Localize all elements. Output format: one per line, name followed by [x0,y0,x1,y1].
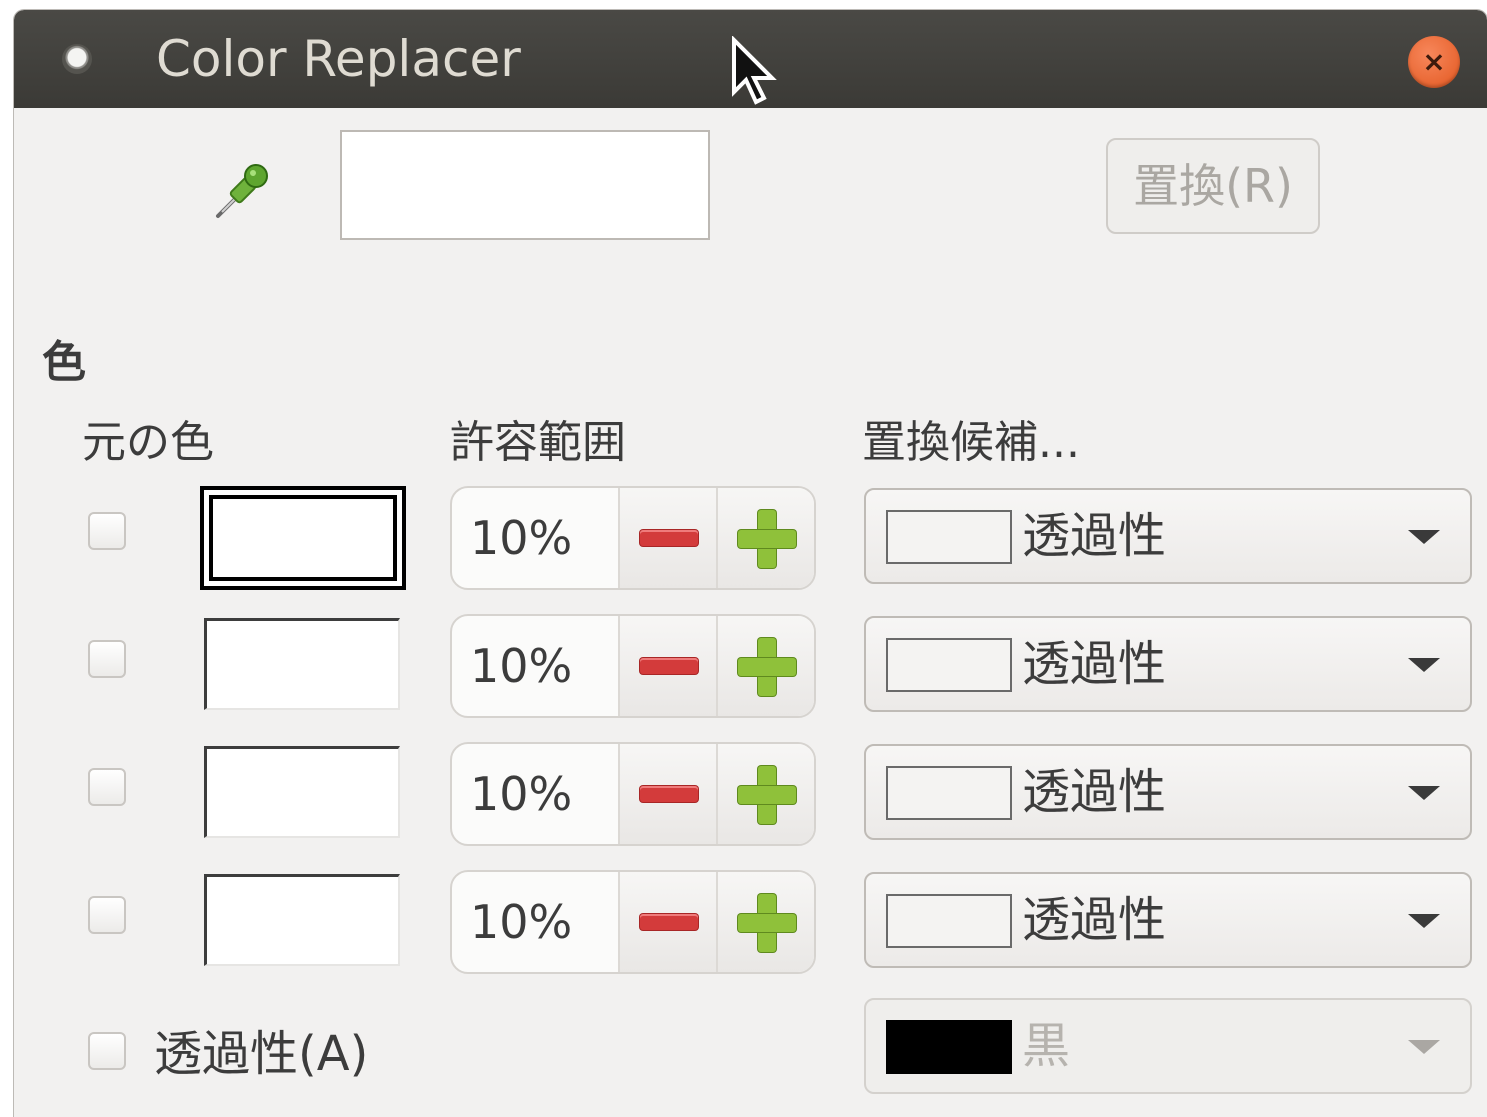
replacement-candidate-dropdown[interactable]: 透過性 [864,616,1472,712]
eyedropper-icon[interactable] [210,156,276,222]
row-enable-checkbox[interactable] [88,768,126,806]
tolerance-decrease-button[interactable] [618,872,718,972]
window-menu-icon[interactable] [62,44,92,74]
alpha-color-label: 黒 [1022,1018,1071,1074]
tolerance-header: 許容範囲 [450,417,626,468]
alpha-label[interactable]: 透過性(A) [154,1014,368,1084]
tolerance-spinbox[interactable]: 10% [450,870,816,974]
minus-icon [640,658,698,674]
candidate-color-swatch [886,894,1012,948]
window-title: Color Replacer [156,30,521,88]
minus-icon [640,786,698,802]
tolerance-increase-button[interactable] [716,872,814,972]
tolerance-value[interactable]: 10% [452,488,618,588]
picked-color-display[interactable] [340,130,710,240]
close-button[interactable]: × [1408,36,1460,88]
candidate-label: 透過性 [1022,764,1167,820]
row-enable-checkbox[interactable] [88,896,126,934]
plus-icon [736,764,798,826]
mouse-cursor-icon [732,36,777,105]
tolerance-value[interactable]: 10% [452,616,618,716]
alpha-color-swatch [886,1020,1012,1074]
minus-icon [640,530,698,546]
chevron-down-icon [1408,530,1440,544]
replace-button[interactable]: 置換(R) [1106,138,1320,234]
chevron-down-icon [1408,1040,1440,1054]
candidate-label: 透過性 [1022,892,1167,948]
tolerance-spinbox[interactable]: 10% [450,486,816,590]
candidate-label: 透過性 [1022,508,1167,564]
candidate-label: 透過性 [1022,636,1167,692]
source-color-swatch[interactable] [204,746,400,838]
tolerance-increase-button[interactable] [716,616,814,716]
alpha-checkbox[interactable] [88,1032,126,1070]
color-row: 10% 透過性 [14,742,1487,846]
source-color-swatch[interactable] [204,618,400,710]
replacement-candidate-dropdown[interactable]: 透過性 [864,872,1472,968]
tolerance-spinbox[interactable]: 10% [450,614,816,718]
tolerance-value[interactable]: 10% [452,744,618,844]
alpha-color-dropdown[interactable]: 黒 [864,998,1472,1094]
title-bar[interactable]: Color Replacer × [14,10,1487,108]
source-color-swatch[interactable] [204,874,400,966]
plus-icon [736,636,798,698]
tolerance-decrease-button[interactable] [618,488,718,588]
tolerance-increase-button[interactable] [716,744,814,844]
chevron-down-icon [1408,786,1440,800]
color-row: 10% 透過性 [14,486,1487,590]
plus-icon [736,892,798,954]
candidate-color-swatch [886,510,1012,564]
replacement-candidate-header: 置換候補... [862,417,1080,468]
row-enable-checkbox[interactable] [88,640,126,678]
source-color-header: 元の色 [82,417,214,468]
color-section-heading: 色 [42,337,86,388]
tolerance-increase-button[interactable] [716,488,814,588]
source-color-swatch[interactable] [200,486,406,590]
tolerance-value[interactable]: 10% [452,872,618,972]
chevron-down-icon [1408,914,1440,928]
candidate-color-swatch [886,638,1012,692]
minus-icon [640,914,698,930]
tolerance-spinbox[interactable]: 10% [450,742,816,846]
color-row: 10% 透過性 [14,870,1487,974]
replacement-candidate-dropdown[interactable]: 透過性 [864,488,1472,584]
candidate-color-swatch [886,766,1012,820]
color-row: 10% 透過性 [14,614,1487,718]
tolerance-decrease-button[interactable] [618,744,718,844]
row-enable-checkbox[interactable] [88,512,126,550]
color-replacer-window: Color Replacer × 置換(R) 色 元の色 許容範囲 置換候補..… [14,10,1487,1117]
replacement-candidate-dropdown[interactable]: 透過性 [864,744,1472,840]
plus-icon [736,508,798,570]
tolerance-decrease-button[interactable] [618,616,718,716]
chevron-down-icon [1408,658,1440,672]
